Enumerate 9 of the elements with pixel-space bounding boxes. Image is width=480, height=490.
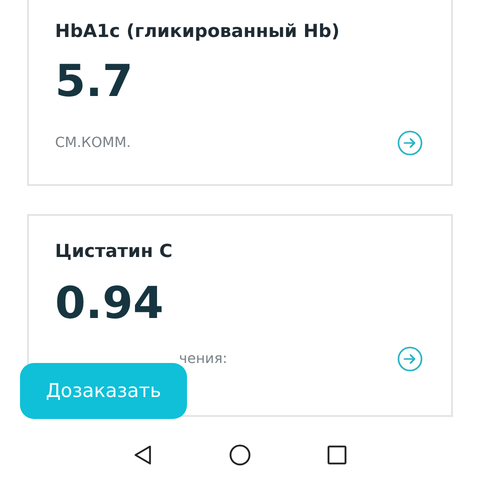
result-value: 0.94 bbox=[55, 278, 165, 330]
recent-apps-icon[interactable] bbox=[326, 444, 348, 466]
home-icon[interactable] bbox=[229, 444, 251, 466]
test-name: HbA1c (гликированный Hb) bbox=[55, 20, 341, 44]
back-icon[interactable] bbox=[132, 444, 154, 466]
result-note: СМ.КОММ. bbox=[55, 135, 131, 151]
result-value: 5.7 bbox=[55, 56, 134, 108]
result-card[interactable]: HbA1c (гликированный Hb) 5.7 СМ.КОММ. bbox=[27, 0, 453, 186]
test-name: Цистатин С bbox=[55, 240, 174, 264]
